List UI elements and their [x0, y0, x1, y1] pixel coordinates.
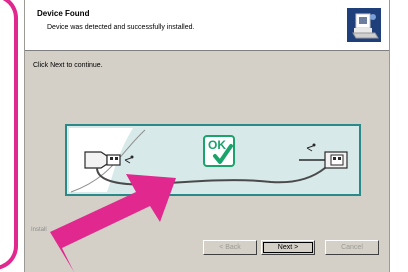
instruction-text: Click Next to continue. [33, 62, 103, 69]
page-title: Device Found [37, 9, 90, 18]
back-button[interactable]: < Back [203, 240, 257, 255]
page-subtitle: Device was detected and successfully ins… [47, 24, 195, 31]
next-button[interactable]: Next > [261, 240, 315, 255]
cancel-button[interactable]: Cancel [325, 240, 379, 255]
ok-check-icon: OK [203, 135, 235, 167]
device-illustration: OK [65, 124, 361, 196]
ok-badge-text: OK [208, 138, 226, 152]
usb-cable-icon [299, 143, 348, 169]
annotation-bracket [0, 0, 18, 270]
wizard-header: Device Found Device was detected and suc… [25, 0, 389, 51]
installer-computer-icon [347, 8, 381, 42]
status-label: Install [31, 227, 47, 233]
setup-wizard-window: Device Found Device was detected and suc… [24, 0, 390, 272]
